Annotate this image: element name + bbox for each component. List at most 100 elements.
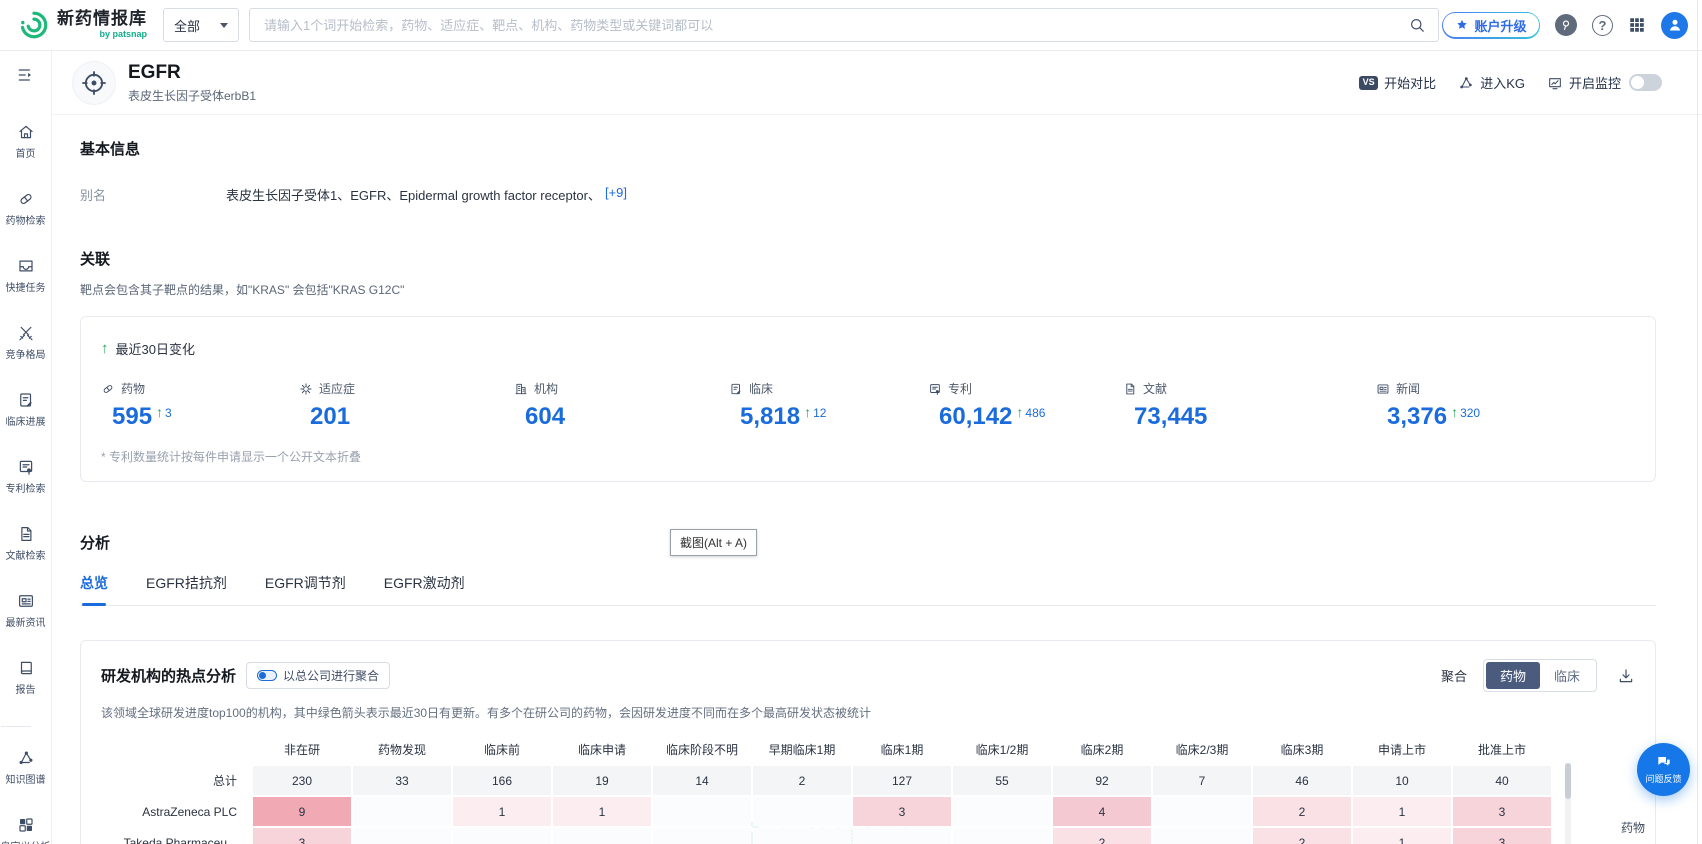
alias-row: 别名 表皮生长因子受体1、EGFR、Epidermal growth facto… (80, 185, 1656, 204)
segment-clinical[interactable]: 临床 (1540, 662, 1594, 689)
column-header: 临床3期 (1253, 735, 1351, 764)
bottom-right-label: 药物 (1621, 819, 1645, 836)
stat-value-link[interactable]: 60,142 ↑486 (928, 404, 1123, 430)
stat-label-text: 新闻 (1396, 380, 1420, 397)
sidebar-divider (1, 726, 31, 727)
search-input[interactable] (262, 17, 1408, 34)
sidebar-expand-button[interactable] (16, 65, 36, 85)
column-header: 临床2期 (1053, 735, 1151, 764)
stat-number: 3,376 (1387, 404, 1447, 430)
alias-more-link[interactable]: [+9] (605, 185, 627, 204)
heat-cell: 4 (1053, 797, 1151, 826)
sidebar-item-literature-search[interactable]: 文献检索 (1, 525, 51, 562)
scope-value: 全部 (174, 16, 200, 35)
stat-label: 临床 (729, 380, 928, 397)
column-header: 临床1/2期 (953, 735, 1051, 764)
sidebar-item-custom-analysis[interactable]: 自定义分析 (1, 816, 51, 844)
heat-cell (353, 828, 451, 844)
tab-agonist[interactable]: EGFR激动剂 (384, 573, 465, 605)
feedback-button[interactable]: 问题反馈 (1637, 743, 1690, 796)
aggregate-segmented-control: 药物临床 (1483, 659, 1597, 692)
sidebar-item-news[interactable]: 最新资讯 (1, 592, 51, 629)
analysis-card-description: 该领域全球研发进度top100的机构，其中绿色箭头表示最近30日有更新。有多个在… (101, 704, 1635, 721)
search-scope-select[interactable]: 全部 (163, 8, 239, 42)
aggregate-label: 聚合 (1441, 666, 1467, 685)
analysis-card-title: 研发机构的热点分析 (101, 665, 236, 686)
column-header: 申请上市 (1353, 735, 1451, 764)
sidebar-item-label: 自定义分析 (1, 838, 51, 844)
tab-modulator[interactable]: EGFR调节剂 (265, 573, 346, 605)
user-avatar[interactable] (1661, 12, 1688, 39)
table-total-row: 总计230331661914212755927461040 (103, 766, 1551, 795)
stat-number: 60,142 (939, 404, 1012, 430)
table-scrollbar[interactable] (1565, 763, 1571, 844)
sidebar-item-drug-search[interactable]: 药物检索 (1, 190, 51, 227)
table-row: Takeda Pharmaceu...32213 (103, 828, 1551, 844)
sidebar-item-report[interactable]: 报告 (1, 659, 51, 696)
column-header: 临床1期 (853, 735, 951, 764)
compare-label: 开始对比 (1384, 73, 1436, 92)
sidebar: 首页药物检索快捷任务竞争格局临床进展专利检索文献检索最新资讯报告知识图谱自定义分… (0, 51, 52, 844)
heat-cell (553, 828, 651, 844)
brand-logo[interactable]: 新药情报库 by patsnap (18, 9, 147, 41)
compare-button[interactable]: VS 开始对比 (1359, 73, 1436, 92)
sidebar-item-knowledge-graph[interactable]: 知识图谱 (1, 749, 51, 786)
column-header: 临床2/3期 (1153, 735, 1251, 764)
total-cell: 19 (553, 766, 651, 795)
sidebar-item-home[interactable]: 首页 (1, 123, 51, 160)
analysis-card: 研发机构的热点分析 以总公司进行聚合 聚合 药物临床 该领域全球研发进度top1… (80, 640, 1656, 844)
sidebar-item-clinical-progress[interactable]: 临床进展 (1, 391, 51, 428)
segment-drug[interactable]: 药物 (1486, 662, 1540, 689)
chat-icon (1656, 754, 1672, 770)
stat-delta-number: 486 (1025, 406, 1045, 420)
star-icon (1455, 18, 1469, 32)
sidebar-item-label: 文献检索 (6, 547, 46, 562)
org-name-cell[interactable]: Takeda Pharmaceu... (103, 828, 251, 844)
sidebar-item-label: 专利检索 (6, 480, 46, 495)
stat-drug: 药物595↑3 (101, 380, 299, 430)
pill-icon (101, 382, 115, 396)
monitor-toggle[interactable] (1629, 74, 1662, 91)
org-name-cell[interactable]: AstraZeneca PLC (103, 797, 251, 826)
apps-grid-icon[interactable] (1628, 16, 1646, 34)
sidebar-item-label: 报告 (16, 681, 36, 696)
upgrade-button[interactable]: 账户升级 (1442, 12, 1540, 39)
stat-delta-number: 3 (165, 406, 172, 420)
brand-byline: by patsnap (57, 30, 147, 39)
column-header: 临床前 (453, 735, 551, 764)
sidebar-item-patent-search[interactable]: 专利检索 (1, 458, 51, 495)
sidebar-item-competition[interactable]: 竞争格局 (1, 324, 51, 361)
enter-kg-button[interactable]: 进入KG (1458, 73, 1525, 92)
up-arrow-icon: ↑ (1016, 405, 1023, 419)
stat-number: 5,818 (740, 404, 800, 430)
aggregate-by-parent-toggle[interactable]: 以总公司进行聚合 (246, 662, 390, 689)
download-icon[interactable] (1617, 667, 1635, 685)
total-cell: 10 (1353, 766, 1451, 795)
stat-label: 机构 (514, 380, 729, 397)
report-icon (17, 659, 35, 677)
up-arrow-icon: ↑ (101, 341, 109, 356)
aggregate-toggle-label: 以总公司进行聚合 (283, 667, 379, 684)
basic-info-heading: 基本信息 (80, 138, 1656, 159)
upgrade-label: 账户升级 (1474, 16, 1526, 35)
tab-overview[interactable]: 总览 (80, 573, 108, 605)
stat-value-link[interactable]: 604 (514, 404, 729, 430)
stat-value-link[interactable]: 595↑3 (101, 404, 299, 430)
tab-antagonist[interactable]: EGFR拮抗剂 (146, 573, 227, 605)
monitor-button[interactable]: 开启监控 (1547, 73, 1662, 92)
patsnap-link-icon[interactable] (1555, 14, 1577, 36)
heatmap-table-wrap: 非在研药物发现临床前临床申请临床阶段不明早期临床1期临床1期临床1/2期临床2期… (101, 733, 1571, 844)
search-icon[interactable] (1408, 16, 1426, 34)
stat-delta-number: 320 (1460, 406, 1480, 420)
sidebar-nav: 首页药物检索快捷任务竞争格局临床进展专利检索文献检索最新资讯报告知识图谱自定义分… (1, 123, 51, 844)
sidebar-item-quick-tasks[interactable]: 快捷任务 (1, 257, 51, 294)
stat-value-link[interactable]: 3,376↑320 (1376, 404, 1635, 430)
main: EGFR 表皮生长因子受体erbB1 VS 开始对比 进入KG (52, 51, 1702, 844)
stat-value-link[interactable]: 5,818↑12 (729, 404, 928, 430)
stat-delta: ↑486 (1016, 405, 1045, 420)
help-icon[interactable]: ? (1592, 15, 1613, 36)
table-scrollbar-thumb[interactable] (1565, 763, 1571, 799)
stat-value-link[interactable]: 73,445 (1123, 404, 1376, 430)
heat-cell: 9 (253, 797, 351, 826)
stat-value-link[interactable]: 201 (299, 404, 514, 430)
